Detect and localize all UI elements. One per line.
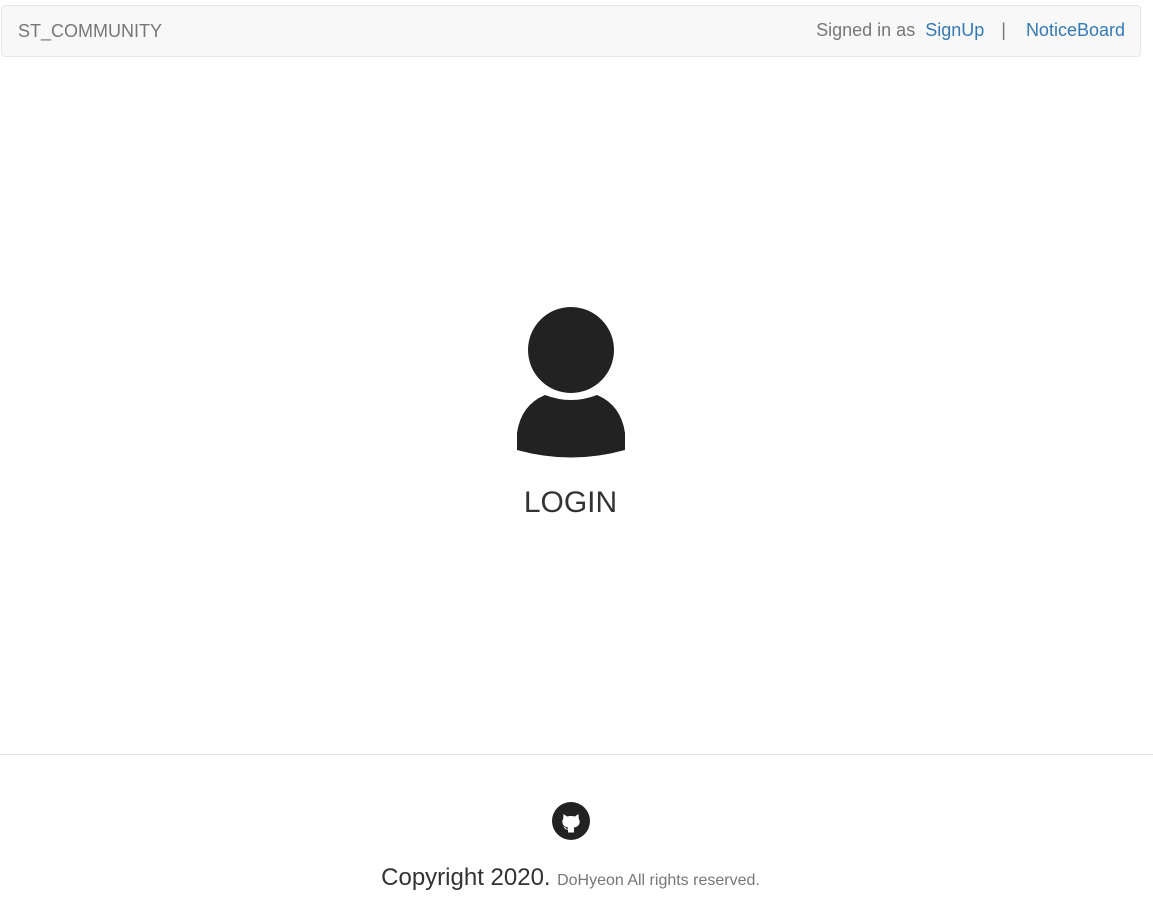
github-icon bbox=[552, 802, 590, 840]
top-navbar: ST_COMMUNITY Signed in as SignUp | Notic… bbox=[1, 5, 1141, 57]
signup-link[interactable]: SignUp bbox=[925, 20, 984, 40]
navbar-right-group: Signed in as SignUp | NoticeBoard bbox=[816, 20, 1125, 40]
login-label: LOGIN bbox=[523, 486, 618, 519]
footer-divider bbox=[0, 754, 1153, 755]
login-button[interactable]: LOGIN bbox=[0, 305, 1141, 520]
brand-link[interactable]: ST_COMMUNITY bbox=[18, 21, 162, 41]
noticeboard-link[interactable]: NoticeBoard bbox=[1026, 20, 1125, 40]
copyright-small: DoHyeon All rights reserved. bbox=[557, 872, 760, 889]
signed-in-text: Signed in as bbox=[816, 20, 916, 40]
nav-separator: | bbox=[1001, 20, 1006, 40]
copyright: Copyright 2020. DoHyeon All rights reser… bbox=[0, 864, 1141, 892]
user-icon bbox=[516, 307, 625, 458]
github-link[interactable] bbox=[551, 801, 591, 841]
copyright-main: Copyright 2020. bbox=[381, 864, 551, 891]
